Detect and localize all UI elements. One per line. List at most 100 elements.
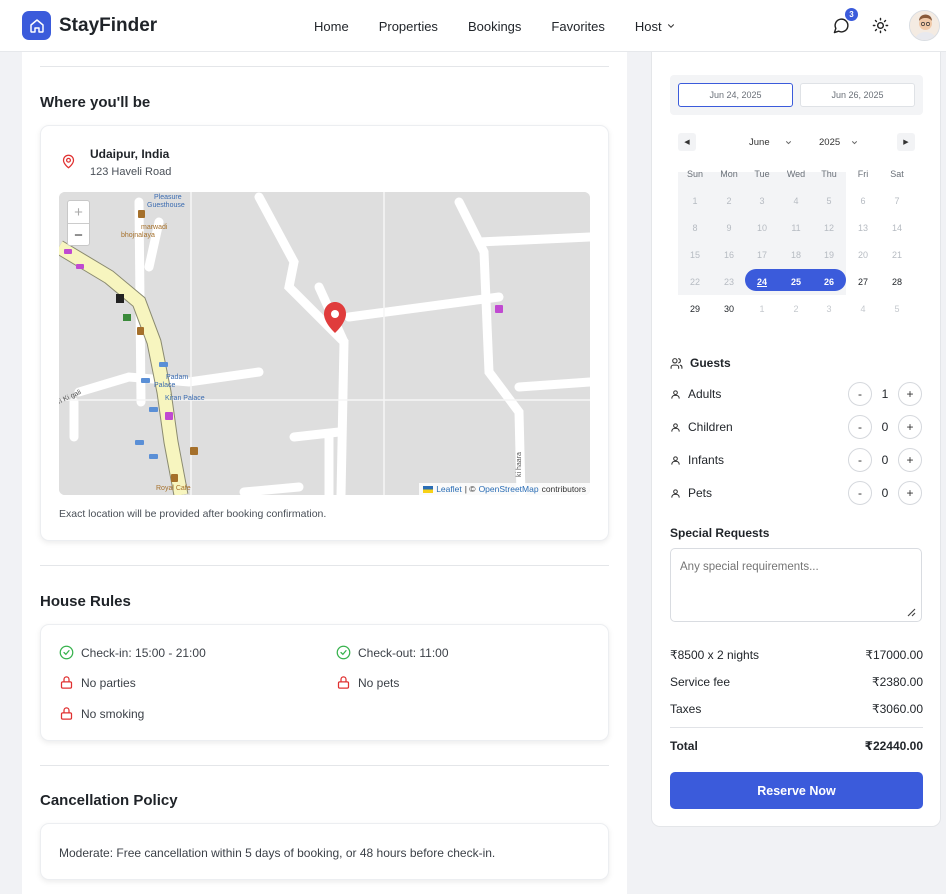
check-in-field[interactable]: Jun 24, 2025 bbox=[678, 83, 793, 107]
calendar-day-disabled: 4 bbox=[793, 196, 799, 206]
calendar-day-selected[interactable]: 24 bbox=[745, 271, 779, 293]
nav-host[interactable]: Host bbox=[620, 19, 691, 34]
calendar-day-disabled: 15 bbox=[689, 250, 700, 260]
price-row-total: Total ₹22440.00 bbox=[670, 739, 923, 753]
zoom-in-button[interactable]: + bbox=[68, 201, 89, 224]
calendar-day-disabled: 5 bbox=[826, 196, 832, 206]
guests-title: Guests bbox=[670, 356, 731, 370]
calendar-day[interactable]: 29 bbox=[678, 298, 712, 320]
map-label-marwadi: marwadi bbox=[141, 224, 168, 231]
calendar-day-disabled: 4 bbox=[860, 304, 866, 314]
calendar-day[interactable]: 27 bbox=[846, 271, 880, 293]
cancellation-title: Cancellation Policy bbox=[40, 792, 178, 809]
map-label-kiran: Kiran Palace bbox=[165, 395, 205, 402]
rule-no-pets-label: No pets bbox=[358, 675, 400, 690]
nav-favorites[interactable]: Favorites bbox=[536, 19, 619, 34]
total-label: Total bbox=[670, 739, 698, 753]
pets-increment-button[interactable]: + bbox=[898, 481, 922, 505]
check-circle-icon bbox=[336, 645, 351, 660]
month-select[interactable]: June bbox=[749, 131, 793, 153]
map-note: Exact location will be provided after bo… bbox=[59, 508, 327, 520]
leaflet-link[interactable]: Leaflet bbox=[436, 484, 462, 494]
map-pin-icon bbox=[62, 154, 75, 169]
calendar-day-disabled: 17 bbox=[756, 250, 767, 260]
taxes-label: Taxes bbox=[670, 702, 702, 716]
adults-increment-button[interactable]: + bbox=[898, 382, 922, 406]
users-icon bbox=[670, 357, 683, 369]
calendar-day[interactable]: 30 bbox=[712, 298, 746, 320]
service-fee-label: Service fee bbox=[670, 675, 731, 689]
calendar-week: 29 30 1 2 3 4 5 bbox=[678, 298, 915, 325]
calendar-day-disabled: 16 bbox=[723, 250, 734, 260]
check-out-field[interactable]: Jun 26, 2025 bbox=[800, 83, 915, 107]
resize-grip-icon[interactable] bbox=[906, 607, 916, 617]
location-card: Udaipur, India 123 Haveli Road Pleasure … bbox=[40, 125, 609, 541]
avatar[interactable] bbox=[909, 10, 940, 41]
prev-month-button[interactable]: ◀ bbox=[678, 133, 696, 151]
special-requests-input[interactable] bbox=[670, 548, 922, 622]
nav-home[interactable]: Home bbox=[299, 19, 364, 34]
osm-link[interactable]: OpenStreetMap bbox=[479, 484, 539, 494]
map-tiles: Pleasure Guesthouse marwadi bhojnalaya P… bbox=[59, 192, 590, 495]
user-icon bbox=[671, 422, 680, 432]
year-label: 2025 bbox=[819, 136, 841, 148]
total-amount: ₹22440.00 bbox=[864, 739, 923, 753]
children-decrement-button[interactable]: - bbox=[848, 415, 872, 439]
calendar-day-disabled: 22 bbox=[689, 277, 700, 287]
adults-count: 1 bbox=[881, 387, 889, 401]
calendar-day-disabled: 3 bbox=[826, 304, 832, 314]
sun-icon[interactable] bbox=[872, 17, 889, 34]
rule-no-smoking-label: No smoking bbox=[81, 706, 145, 721]
adults-decrement-button[interactable]: - bbox=[848, 382, 872, 406]
infants-increment-button[interactable]: + bbox=[898, 448, 922, 472]
map-label-haara: ki haara bbox=[516, 452, 523, 477]
ukraine-flag-icon bbox=[423, 485, 434, 493]
children-label-text: Children bbox=[688, 420, 733, 434]
next-month-button[interactable]: ▶ bbox=[897, 133, 915, 151]
children-count: 0 bbox=[881, 420, 889, 434]
attribution-separator: | © bbox=[464, 484, 476, 494]
calendar-day-disabled: 2 bbox=[726, 196, 732, 206]
infants-label: Infants bbox=[670, 453, 724, 467]
lock-icon bbox=[337, 676, 350, 689]
infants-decrement-button[interactable]: - bbox=[848, 448, 872, 472]
rule-no-pets: No pets bbox=[336, 675, 399, 690]
calendar-week: 1 2 3 4 5 6 7 bbox=[678, 190, 915, 217]
children-increment-button[interactable]: + bbox=[898, 415, 922, 439]
pets-decrement-button[interactable]: - bbox=[848, 481, 872, 505]
calendar-day-disabled: 23 bbox=[723, 277, 734, 287]
price-row-service-fee: Service fee ₹2380.00 bbox=[670, 675, 923, 689]
calendar-day-selected[interactable]: 25 bbox=[779, 271, 813, 293]
user-icon bbox=[671, 389, 680, 399]
chevron-down-icon bbox=[785, 140, 791, 144]
guest-row-children: Children - 0 + bbox=[670, 415, 923, 439]
location-map[interactable]: Pleasure Guesthouse marwadi bhojnalaya P… bbox=[59, 192, 590, 495]
rule-check-out: Check-out: 11:00 bbox=[336, 645, 449, 660]
house-rules-card: Check-in: 15:00 - 21:00 Check-out: 11:00… bbox=[40, 624, 609, 741]
price-divider bbox=[670, 727, 923, 728]
nav-bookings[interactable]: Bookings bbox=[453, 19, 536, 34]
calendar-week: 22 23 24 25 26 27 28 bbox=[678, 271, 915, 298]
year-select[interactable]: 2025 bbox=[819, 131, 859, 153]
calendar-day-disabled: 11 bbox=[791, 223, 801, 233]
zoom-out-button[interactable]: − bbox=[68, 224, 89, 247]
map-attribution: Leaflet | © OpenStreetMap contributors bbox=[419, 483, 590, 495]
listing-details: Where you'll be Udaipur, India 123 Havel… bbox=[22, 52, 627, 894]
brand-logo[interactable]: StayFinder bbox=[22, 11, 157, 40]
nav-properties[interactable]: Properties bbox=[364, 19, 453, 34]
calendar-day[interactable]: 28 bbox=[880, 271, 914, 293]
reserve-now-button[interactable]: Reserve Now bbox=[670, 772, 923, 809]
calendar-day-disabled: 10 bbox=[756, 223, 767, 233]
infants-label-text: Infants bbox=[688, 453, 725, 467]
map-label-palace: Palace bbox=[154, 382, 176, 389]
calendar-day-disabled: 8 bbox=[692, 223, 698, 233]
lock-icon bbox=[60, 676, 73, 689]
weekday-label: Thu bbox=[821, 169, 837, 179]
children-label: Children bbox=[670, 420, 733, 434]
lock-icon bbox=[60, 707, 73, 720]
calendar-day-disabled: 19 bbox=[823, 250, 834, 260]
infants-count: 0 bbox=[881, 453, 889, 467]
map-label-padam: Padam bbox=[166, 374, 188, 381]
calendar-day-selected[interactable]: 26 bbox=[812, 271, 846, 293]
booking-panel: Jun 24, 2025 Jun 26, 2025 ◀ June 2025 ▶ … bbox=[651, 42, 941, 827]
